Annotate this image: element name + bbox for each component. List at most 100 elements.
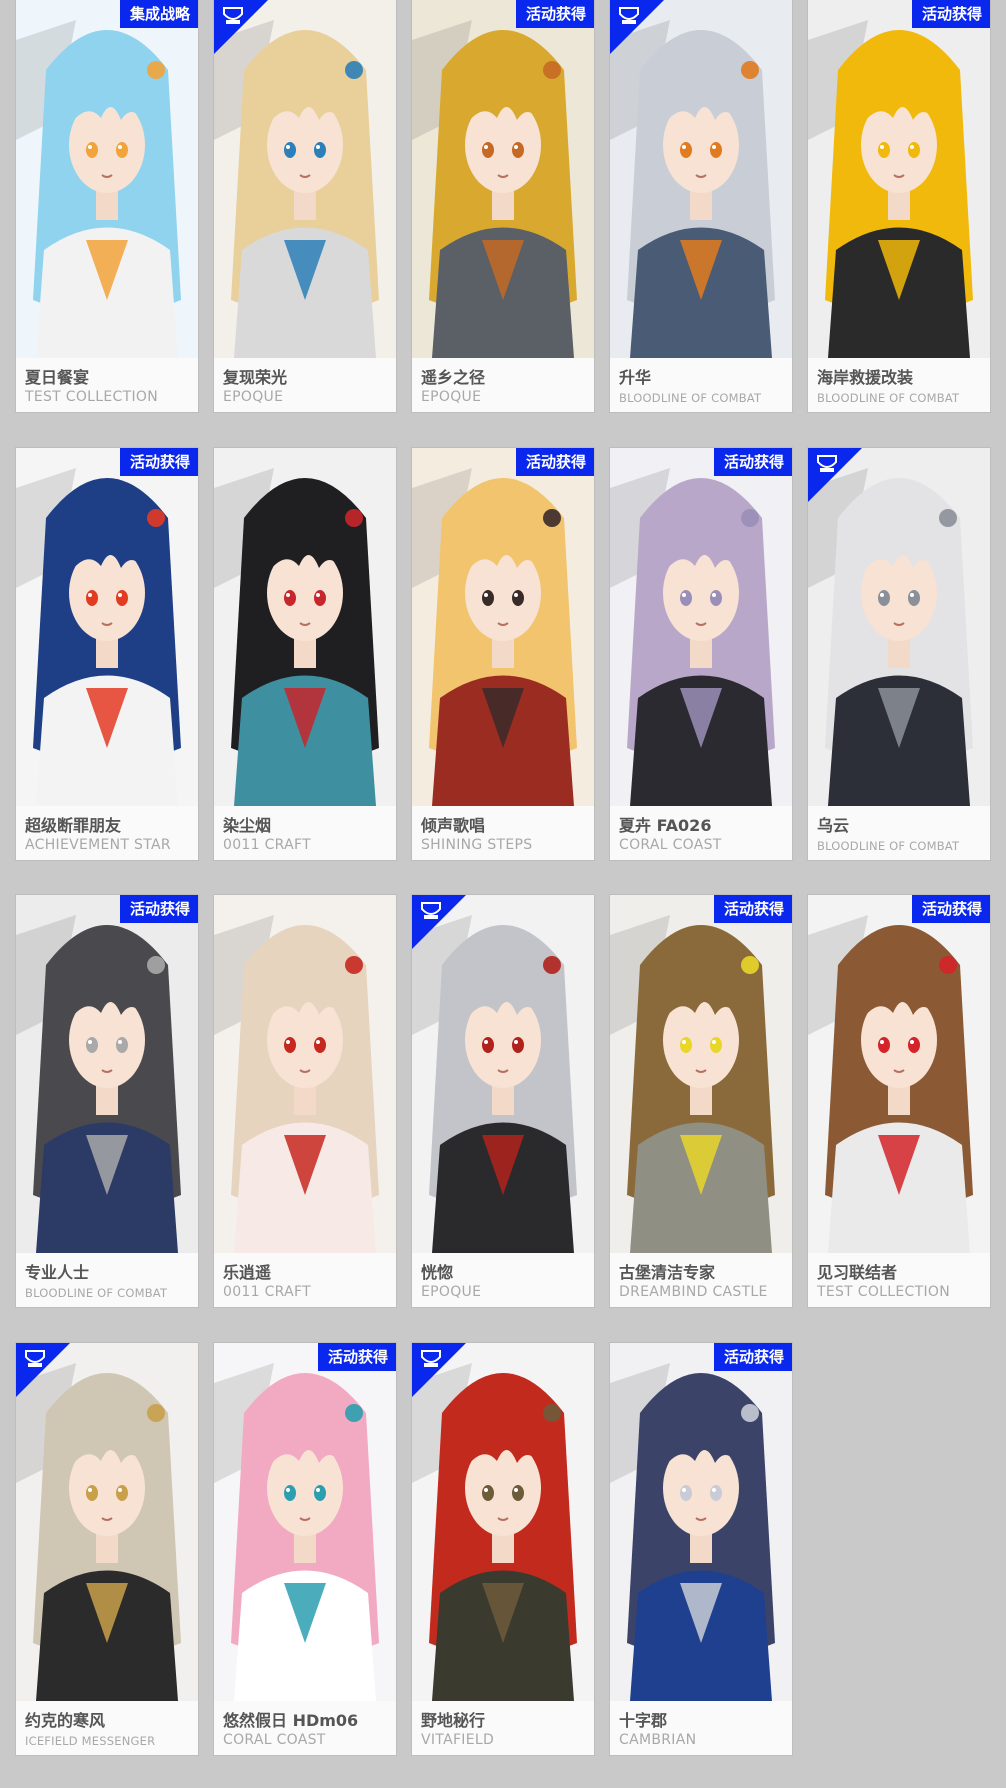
skin-series: VITAFIELD xyxy=(421,1732,495,1748)
obtain-badge: 活动获得 xyxy=(713,448,792,476)
skin-art xyxy=(808,895,990,1253)
skin-caption: 遥乡之径 EPOQUE xyxy=(412,358,594,412)
skin-card[interactable]: 活动获得 倾声歌唱 SHINING STEPS xyxy=(412,448,594,860)
character-art xyxy=(412,448,594,806)
skin-caption: 夏日餐宴 TEST COLLECTION xyxy=(16,358,198,412)
skin-card[interactable]: 活动获得 遥乡之径 EPOQUE xyxy=(412,0,594,412)
skin-name: 升华 xyxy=(619,368,652,387)
skin-caption: 乌云 BLOODLINE OF COMBAT xyxy=(808,806,990,860)
character-art xyxy=(16,0,198,358)
skin-card[interactable]: 活动获得古堡清洁专家 DREAMBIND CASTLE xyxy=(610,895,792,1307)
skin-series: EPOQUE xyxy=(421,389,482,405)
skin-card[interactable]: 恍惚 EPOQUE xyxy=(412,895,594,1307)
skin-series: CAMBRIAN xyxy=(619,1732,697,1748)
skin-name: 约克的寒风 xyxy=(25,1711,106,1730)
skin-series: BLOODLINE OF COMBAT xyxy=(619,391,762,405)
skin-name: 夏日餐宴 xyxy=(25,368,90,387)
character-art xyxy=(214,895,396,1253)
character-art xyxy=(16,448,198,806)
skin-series: BLOODLINE OF COMBAT xyxy=(817,391,960,405)
skin-name: 悠然假日 HDm06 xyxy=(223,1711,359,1730)
skin-art xyxy=(16,0,198,358)
skin-art xyxy=(808,0,990,358)
skin-art xyxy=(610,895,792,1253)
skin-caption: 升华 BLOODLINE OF COMBAT xyxy=(610,358,792,412)
skin-name: 遥乡之径 xyxy=(421,368,486,387)
skin-art xyxy=(214,448,396,806)
skin-caption: 超级断罪朋友 ACHIEVEMENT STAR xyxy=(16,806,198,860)
skin-card[interactable]: 集成战略夏日餐宴 TEST COLLECTION xyxy=(16,0,198,412)
skin-series: BLOODLINE OF COMBAT xyxy=(817,839,960,853)
obtain-badge: 集成战略 xyxy=(119,0,198,28)
skin-card[interactable]: 复现荣光 EPOQUE xyxy=(214,0,396,412)
skin-name: 野地秘行 xyxy=(421,1711,486,1730)
brand-corner-icon xyxy=(412,895,466,949)
obtain-badge: 活动获得 xyxy=(119,895,198,923)
skin-name: 染尘烟 xyxy=(223,816,272,835)
skin-series: CORAL COAST xyxy=(619,837,722,853)
skin-card[interactable]: 活动获得见习联结者 TEST COLLECTION xyxy=(808,895,990,1307)
skin-art xyxy=(16,448,198,806)
brand-corner-icon xyxy=(610,0,664,54)
skin-art xyxy=(610,1343,792,1701)
skin-card[interactable]: 野地秘行 VITAFIELD xyxy=(412,1343,594,1755)
skin-art xyxy=(214,1343,396,1701)
skin-name: 海岸救援改装 xyxy=(817,368,914,387)
skin-name: 复现荣光 xyxy=(223,368,288,387)
skin-series: EPOQUE xyxy=(223,389,284,405)
brand-corner-icon xyxy=(808,448,862,502)
skin-name: 恍惚 xyxy=(421,1263,454,1282)
skin-name: 十字郡 xyxy=(619,1711,668,1730)
skin-series: 0011 CRAFT xyxy=(223,1284,311,1300)
skin-caption: 乐逍遥 0011 CRAFT xyxy=(214,1253,396,1307)
skin-card[interactable]: 活动获得 专业人士 BLOODLINE OF COMBAT xyxy=(16,895,198,1307)
skin-name: 见习联结者 xyxy=(817,1263,898,1282)
skin-name: 乌云 xyxy=(817,816,850,835)
skin-art xyxy=(412,448,594,806)
character-art xyxy=(610,448,792,806)
skin-card[interactable]: 活动获得超级断罪朋友 ACHIEVEMENT STAR xyxy=(16,448,198,860)
skin-series: SHINING STEPS xyxy=(421,837,533,853)
brand-corner-icon xyxy=(412,1343,466,1397)
skin-series: TEST COLLECTION xyxy=(25,389,158,405)
skin-caption: 海岸救援改装 BLOODLINE OF COMBAT xyxy=(808,358,990,412)
character-art xyxy=(808,895,990,1253)
skin-series: 0011 CRAFT xyxy=(223,837,311,853)
character-art xyxy=(610,895,792,1253)
skin-series: DREAMBIND CASTLE xyxy=(619,1284,768,1300)
skin-caption: 见习联结者 TEST COLLECTION xyxy=(808,1253,990,1307)
skin-series: EPOQUE xyxy=(421,1284,482,1300)
skin-card[interactable]: 乌云 BLOODLINE OF COMBAT xyxy=(808,448,990,860)
obtain-badge: 活动获得 xyxy=(119,448,198,476)
skin-name: 夏卉 FA026 xyxy=(619,816,712,835)
skin-card[interactable]: 活动获得海岸救援改装 BLOODLINE OF COMBAT xyxy=(808,0,990,412)
skin-card[interactable]: 约克的寒风 ICEFIELD MESSENGER xyxy=(16,1343,198,1755)
obtain-badge: 活动获得 xyxy=(911,0,990,28)
skin-card[interactable]: 活动获得 十字郡 CAMBRIAN xyxy=(610,1343,792,1755)
skin-caption: 古堡清洁专家 DREAMBIND CASTLE xyxy=(610,1253,792,1307)
skin-card[interactable]: 升华 BLOODLINE OF COMBAT xyxy=(610,0,792,412)
skin-series: ACHIEVEMENT STAR xyxy=(25,837,171,853)
skin-card[interactable]: 活动获得夏卉 FA026 CORAL COAST xyxy=(610,448,792,860)
obtain-badge: 活动获得 xyxy=(911,895,990,923)
obtain-badge: 活动获得 xyxy=(317,1343,396,1371)
skin-caption: 野地秘行 VITAFIELD xyxy=(412,1701,594,1755)
skin-art xyxy=(412,0,594,358)
brand-corner-icon xyxy=(16,1343,70,1397)
skin-name: 倾声歌唱 xyxy=(421,816,486,835)
character-art xyxy=(214,1343,396,1701)
skin-art xyxy=(610,448,792,806)
skin-art xyxy=(16,895,198,1253)
skin-card[interactable]: 乐逍遥 0011 CRAFT xyxy=(214,895,396,1307)
skin-caption: 倾声歌唱 SHINING STEPS xyxy=(412,806,594,860)
skin-card[interactable]: 活动获得 悠然假日 HDm06 CORAL COAST xyxy=(214,1343,396,1755)
skin-series: BLOODLINE OF COMBAT xyxy=(25,1286,168,1300)
obtain-badge: 活动获得 xyxy=(713,895,792,923)
skin-card[interactable]: 染尘烟 0011 CRAFT xyxy=(214,448,396,860)
skin-series: TEST COLLECTION xyxy=(817,1284,950,1300)
skin-name: 超级断罪朋友 xyxy=(25,816,122,835)
character-art xyxy=(412,0,594,358)
skin-art xyxy=(214,895,396,1253)
skin-series: ICEFIELD MESSENGER xyxy=(25,1734,156,1748)
character-art xyxy=(214,448,396,806)
